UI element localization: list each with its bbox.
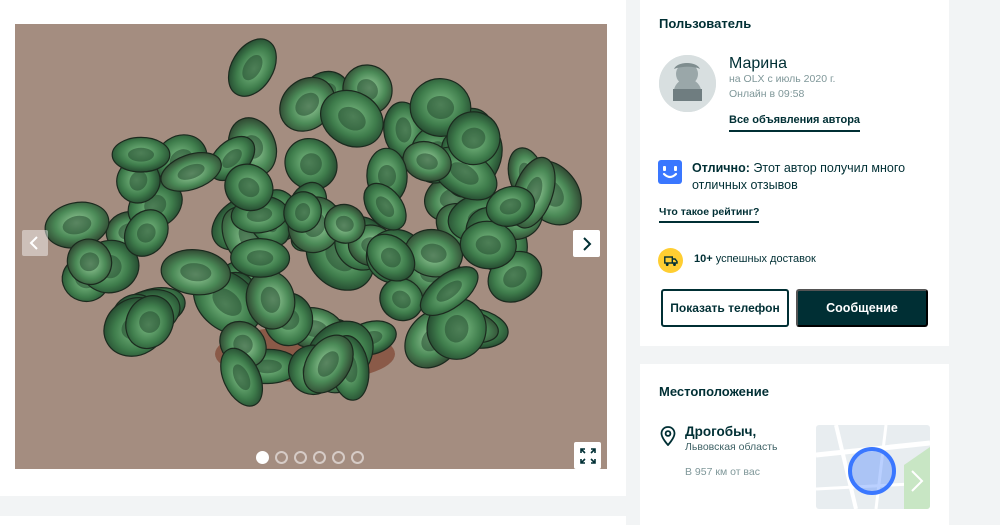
plant-photo-image	[15, 24, 607, 469]
next-photo-button[interactable]	[573, 230, 600, 257]
deliveries-label: успешных доставок	[712, 253, 816, 265]
location-section-title: Местоположение	[659, 384, 769, 399]
seller-section-title: Пользователь	[659, 16, 752, 31]
what-is-rating-link[interactable]: Что такое рейтинг?	[659, 206, 760, 223]
pagination-dot[interactable]	[313, 451, 326, 464]
user-avatar-icon	[659, 55, 716, 112]
pagination-dot[interactable]	[294, 451, 307, 464]
deliveries-strong: 10+	[694, 253, 713, 265]
expand-icon	[579, 447, 596, 464]
location-distance: В 957 км от вас	[685, 466, 760, 478]
listing-photo[interactable]	[15, 24, 607, 469]
seller-name: Марина	[729, 55, 787, 72]
gallery-card	[0, 0, 626, 496]
delivery-truck-icon	[658, 248, 683, 273]
location-region: Львовская область	[685, 441, 778, 453]
rating-smile-icon	[658, 160, 682, 184]
all-seller-ads-link[interactable]: Все объявления автора	[729, 114, 861, 132]
pagination-dot[interactable]	[275, 451, 288, 464]
location-city: Дрогобыч,	[685, 424, 757, 439]
send-message-button[interactable]: Сообщение	[796, 289, 928, 327]
chevron-right-icon	[582, 236, 591, 251]
map-preview-image	[816, 425, 930, 509]
fullscreen-button[interactable]	[574, 442, 601, 469]
seller-card: Пользователь Марина на OLX с июль 2020 г…	[640, 0, 949, 346]
chevron-left-icon	[29, 236, 38, 250]
rating-text: Отлично: Этот автор получил много отличн…	[692, 160, 942, 194]
seller-since: на OLX с июль 2020 г.	[729, 73, 836, 85]
location-pin-icon	[660, 426, 676, 451]
pagination-dot[interactable]	[256, 451, 269, 464]
description-card-top	[0, 516, 626, 525]
location-card: Местоположение Дрогобыч, Львовская облас…	[640, 364, 949, 525]
prev-photo-button[interactable]	[22, 230, 48, 256]
rating-strong: Отлично:	[692, 161, 750, 175]
show-phone-button[interactable]: Показать телефон	[661, 289, 789, 327]
deliveries-count: 10+ успешных доставок	[694, 253, 816, 265]
pagination-dot[interactable]	[332, 451, 345, 464]
avatar	[659, 55, 716, 112]
photo-pagination-dots	[256, 451, 364, 464]
pagination-dot[interactable]	[351, 451, 364, 464]
map-thumbnail[interactable]	[816, 425, 930, 509]
seller-online-status: Онлайн в 09:58	[729, 88, 805, 100]
